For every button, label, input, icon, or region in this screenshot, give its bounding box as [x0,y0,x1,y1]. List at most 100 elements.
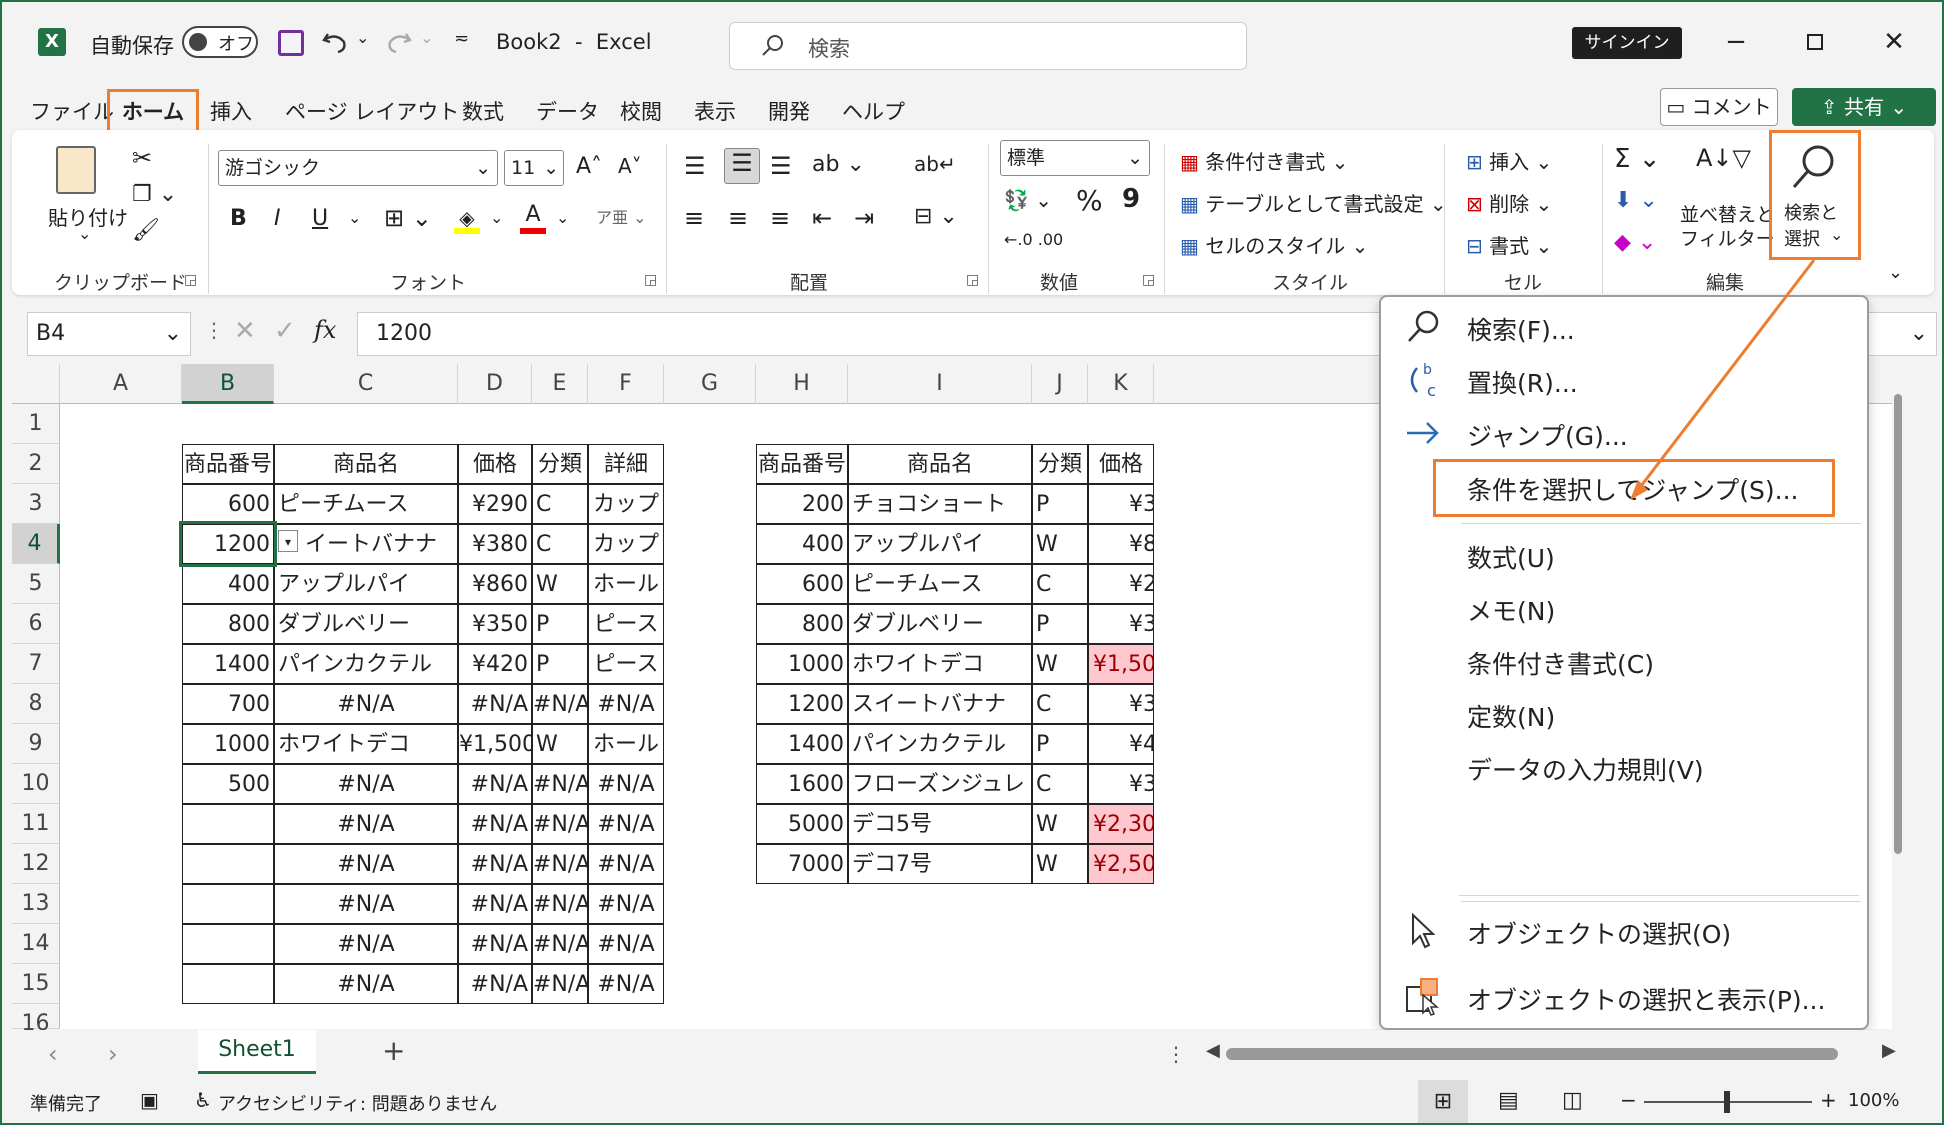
vertical-scrollbar[interactable] [1892,364,1902,1029]
decrease-font-icon[interactable]: A˅ [618,154,642,178]
table-cell[interactable]: ¥86 [1088,524,1154,564]
comment-button[interactable]: ▭ コメント [1660,88,1778,126]
redo-icon[interactable] [384,28,414,58]
select-all-corner[interactable] [12,364,60,404]
merge-center-icon[interactable]: ⊟ ⌄ [914,204,958,229]
table-cell[interactable]: 800 [756,604,848,644]
table-cell[interactable]: #N/A [274,844,458,884]
table-cell[interactable]: #N/A [458,844,532,884]
menu-item-goto-special[interactable]: 条件を選択してジャンプ(S)... [1381,457,1867,517]
table-cell[interactable]: ¥35 [1088,604,1154,644]
table-cell[interactable]: 200 [756,484,848,524]
zoom-slider[interactable] [1644,1091,1812,1113]
row-header[interactable]: 7 [12,644,60,684]
table-cell[interactable]: #N/A [458,804,532,844]
table-cell[interactable] [182,924,274,964]
zoom-out-icon[interactable]: − [1620,1088,1637,1112]
table-cell[interactable]: チョコショート [848,484,1032,524]
enter-icon[interactable]: ✓ [274,316,296,346]
table-cell[interactable]: ホール [588,564,664,604]
table-cell[interactable]: #N/A [588,764,664,804]
table-cell[interactable]: フローズンジュレ [848,764,1032,804]
table-cell[interactable]: 1400 [756,724,848,764]
table-cell[interactable] [182,884,274,924]
share-button[interactable]: ⇪ 共有 ⌄ [1792,88,1936,126]
cell-styles-button[interactable]: ▦ セルのスタイル ⌄ [1180,230,1368,259]
zoom-level[interactable]: 100% [1848,1090,1899,1111]
table-header-cell[interactable]: 分類 [1032,444,1088,484]
table-cell[interactable]: #N/A [588,804,664,844]
zoom-in-icon[interactable]: + [1820,1088,1837,1112]
table-cell[interactable]: ¥29 [1088,564,1154,604]
row-header[interactable]: 6 [12,604,60,644]
table-cell[interactable]: #N/A [532,764,588,804]
sort-filter-line2[interactable]: フィルター [1680,224,1775,251]
table-cell[interactable]: ダブルベリー [848,604,1032,644]
table-cell[interactable]: #N/A [588,684,664,724]
close-icon[interactable]: ✕ [1874,22,1914,62]
table-cell[interactable]: #N/A [274,964,458,1004]
col-header[interactable]: J [1032,364,1088,404]
wrap-text-icon[interactable]: ab↵ [914,152,956,176]
table-cell[interactable]: 400 [756,524,848,564]
table-cell[interactable]: #N/A [532,964,588,1004]
table-cell[interactable]: パインカクテル [274,644,458,684]
row-header[interactable]: 2 [12,444,60,484]
copy-icon[interactable]: ❐ ⌄ [132,182,177,207]
minimize-icon[interactable]: − [1716,22,1756,62]
page-break-view-icon[interactable]: ◫ [1562,1088,1583,1113]
table-cell[interactable]: ¥37 [1088,764,1154,804]
table-cell[interactable]: アップルパイ [848,524,1032,564]
row-header[interactable]: 12 [12,844,60,884]
table-cell[interactable]: W [1032,644,1088,684]
table-cell[interactable] [182,844,274,884]
col-header[interactable]: C [274,364,458,404]
format-as-table-button[interactable]: ▦ テーブルとして書式設定 ⌄ [1180,188,1447,217]
phonetic-icon[interactable]: ア亜 ⌄ [596,204,647,228]
table-cell[interactable]: W [1032,844,1088,884]
table-cell[interactable]: #N/A [532,684,588,724]
table-cell[interactable]: P [1032,724,1088,764]
tab-developer[interactable]: 開発 [768,92,810,132]
table-cell[interactable]: ピース [588,644,664,684]
comma-button[interactable]: 9 [1122,184,1140,214]
row-header[interactable]: 14 [12,924,60,964]
menu-item-notes[interactable]: メモ(N) [1381,578,1867,638]
table-cell[interactable]: ¥2,50 [1088,844,1154,884]
name-box[interactable]: B4 ⌄ [27,312,191,356]
menu-item-constants[interactable]: 定数(N) [1381,684,1867,744]
col-header[interactable]: F [588,364,664,404]
font-color-icon[interactable]: A [520,202,546,234]
col-header[interactable]: I [848,364,1032,404]
table-cell[interactable]: ホワイトデコ [848,644,1032,684]
table-cell[interactable]: イートバナナ [274,524,458,564]
font-size-select[interactable]: 11 ⌄ [504,150,564,186]
table-cell[interactable]: P [532,604,588,644]
row-header[interactable]: 4 [12,524,60,564]
macro-record-icon[interactable]: ▣ [140,1088,159,1112]
menu-item-selection-pane[interactable]: オブジェクトの選択と表示(P)... [1381,967,1867,1027]
scroll-right-icon[interactable]: ▶ [1882,1040,1896,1061]
number-format-select[interactable]: 標準 ⌄ [1000,140,1150,176]
align-bottom-icon[interactable]: ☰ [770,152,792,180]
table-cell[interactable]: ¥1,50 [1088,644,1154,684]
table-cell[interactable]: #N/A [458,764,532,804]
table-cell[interactable]: ピーチムース [848,564,1032,604]
tab-insert[interactable]: 挿入 [210,92,252,132]
table-cell[interactable]: P [1032,604,1088,644]
table-cell[interactable]: #N/A [588,924,664,964]
undo-icon[interactable] [320,28,350,58]
table-cell[interactable]: ¥42 [1088,724,1154,764]
row-header[interactable]: 16 [12,1004,60,1036]
italic-button[interactable]: I [274,206,281,231]
table-header-cell[interactable]: 商品名 [848,444,1032,484]
table-cell[interactable] [182,804,274,844]
table-cell[interactable]: C [1032,764,1088,804]
table-cell[interactable]: 1000 [756,644,848,684]
paste-dropdown-icon[interactable]: ⌄ [78,224,91,243]
table-cell[interactable]: 500 [182,764,274,804]
sort-filter-line1[interactable]: 並べ替えと [1680,200,1775,227]
table-cell[interactable]: #N/A [532,804,588,844]
table-cell[interactable]: #N/A [588,964,664,1004]
currency-icon[interactable]: 💱 ⌄ [1004,188,1052,212]
